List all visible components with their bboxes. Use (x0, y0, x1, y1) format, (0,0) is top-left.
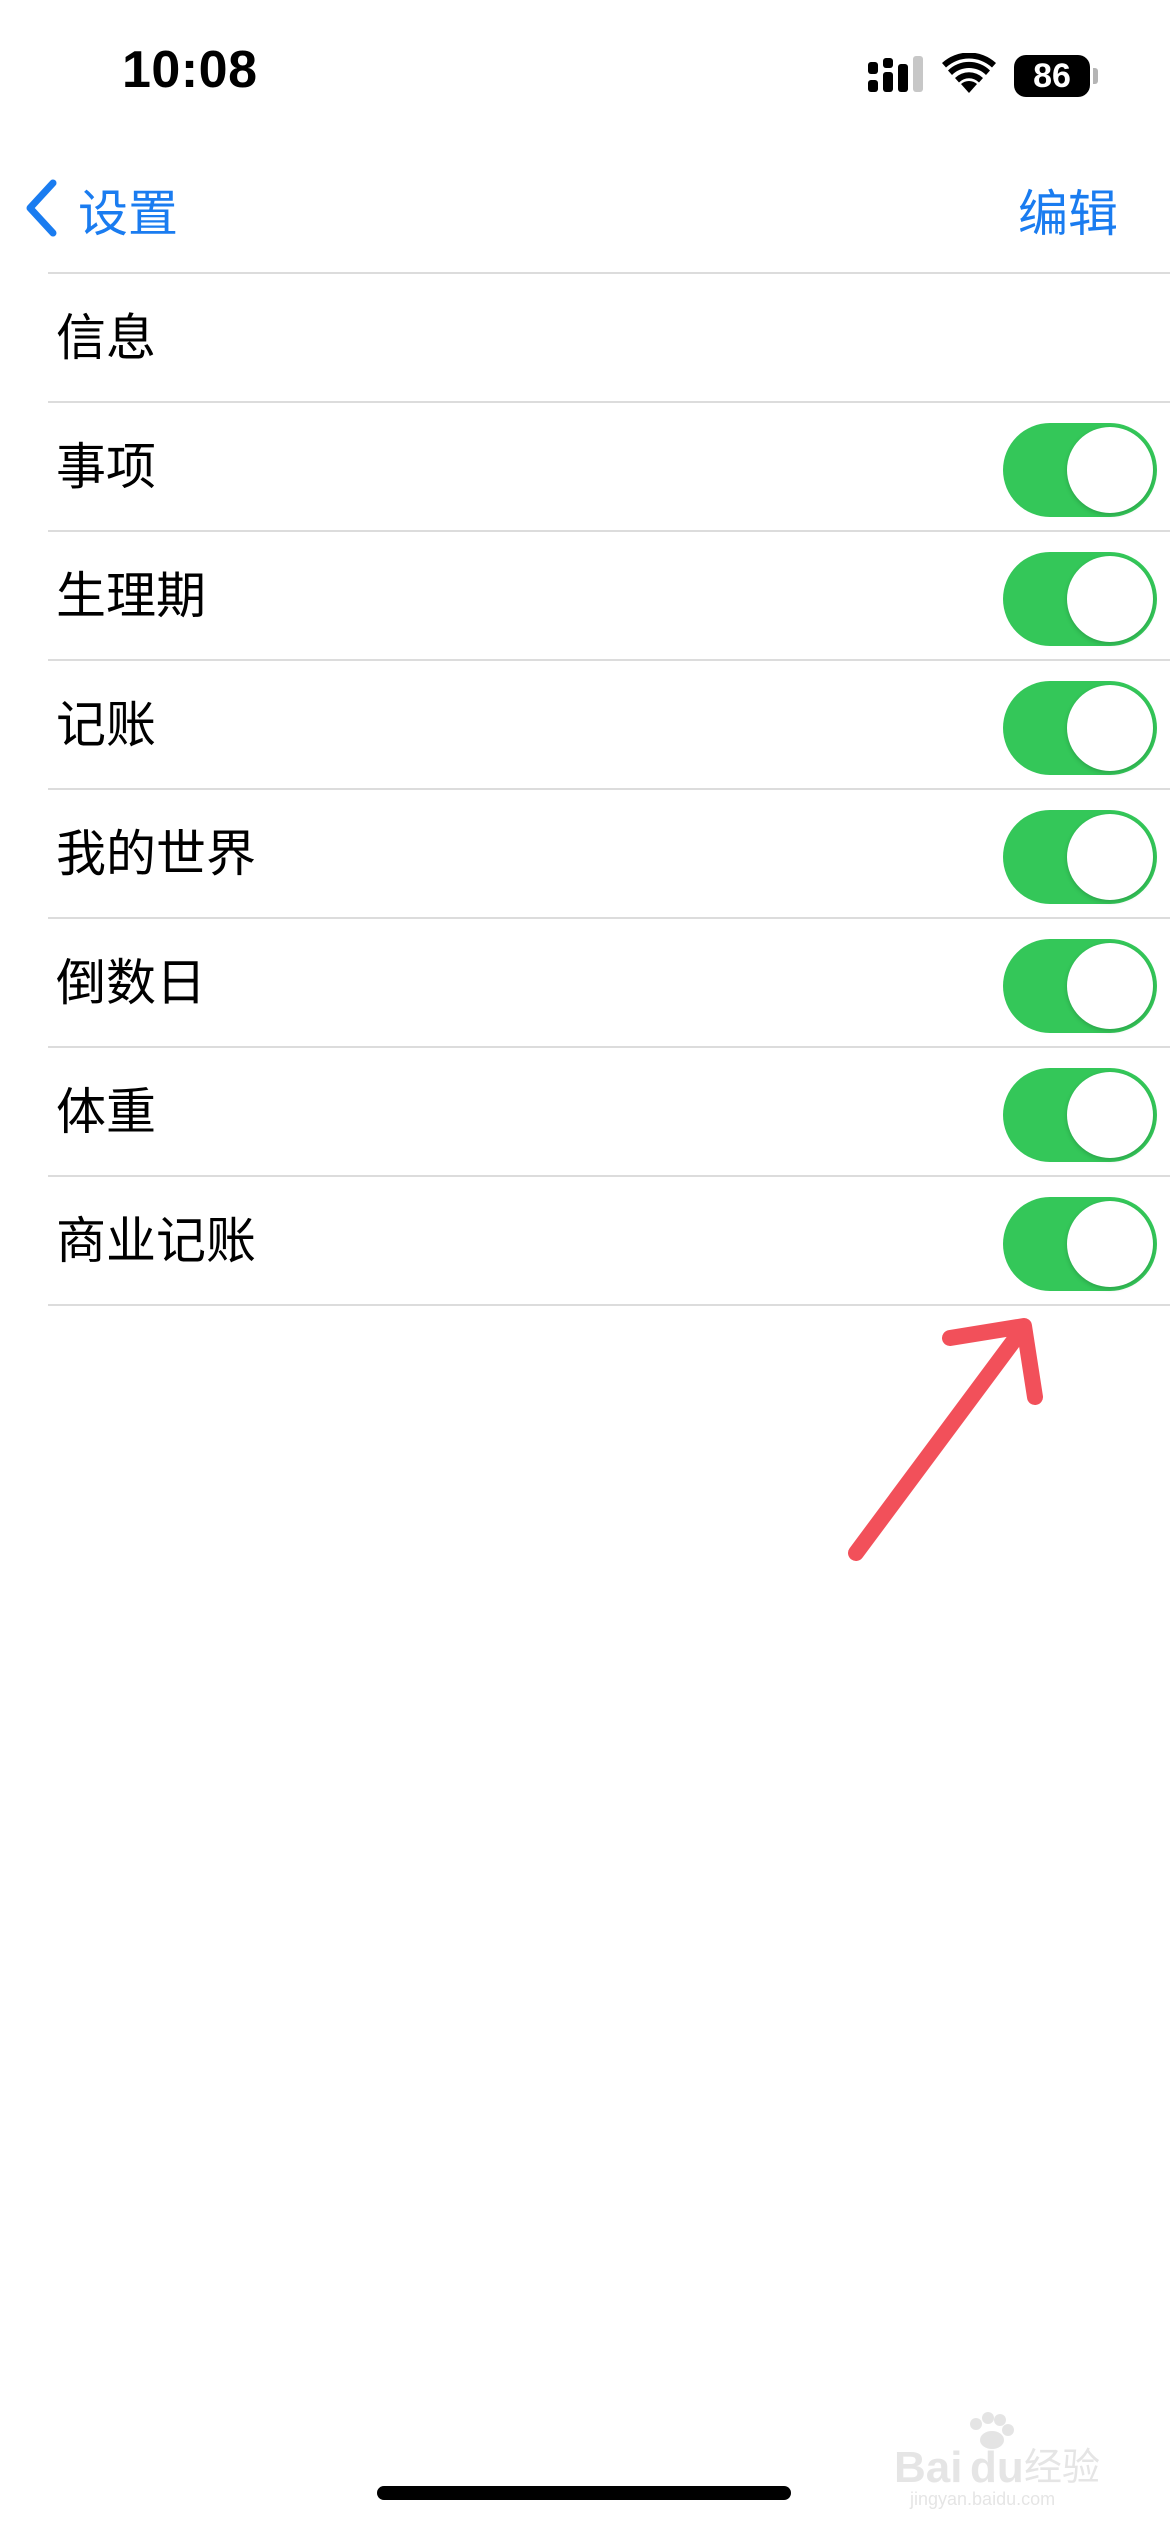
toggle-knob (1067, 427, 1153, 513)
svg-text:Bai: Bai (894, 2443, 962, 2492)
status-bar: 10:08 86 (0, 0, 1170, 150)
battery-level: 86 (1033, 56, 1071, 95)
list-item: 倒数日 (48, 919, 1170, 1048)
list-item-label: 体重 (56, 1083, 156, 1141)
baidu-jingyan-watermark-icon: Bai du 经验 jingyan.baidu.com (894, 2412, 1100, 2509)
settings-list: 信息 事项 生理期 记账 我的世界 倒数日 体重 商业记账 (48, 272, 1170, 1306)
toggle-knob (1067, 814, 1153, 900)
toggle-switch[interactable] (1003, 681, 1157, 775)
edit-button[interactable]: 编辑 (1018, 175, 1118, 245)
toggle-switch[interactable] (1003, 1197, 1157, 1291)
svg-text:经验: 经验 (1024, 2445, 1100, 2489)
battery-tip (1093, 68, 1098, 84)
toggle-knob (1067, 943, 1153, 1029)
back-label: 设置 (78, 185, 178, 243)
toggle-knob (1067, 685, 1153, 771)
list-item-label: 生理期 (56, 567, 206, 625)
wifi-icon (942, 52, 996, 99)
chevron-left-icon (24, 179, 58, 241)
cellular-signal-icon (868, 54, 924, 98)
navigation-bar: 设置 编辑 (0, 150, 1170, 272)
toggle-switch[interactable] (1003, 810, 1157, 904)
list-item-label: 商业记账 (56, 1212, 256, 1270)
toggle-switch[interactable] (1003, 552, 1157, 646)
list-item: 我的世界 (48, 790, 1170, 919)
home-indicator[interactable] (377, 2486, 791, 2500)
list-item-label: 信息 (56, 309, 156, 367)
toggle-switch[interactable] (1003, 1068, 1157, 1162)
list-item: 事项 (48, 403, 1170, 532)
toggle-knob (1067, 556, 1153, 642)
status-time: 10:08 (122, 41, 258, 99)
list-item[interactable]: 信息 (48, 274, 1170, 403)
toggle-switch[interactable] (1003, 423, 1157, 517)
list-item: 记账 (48, 661, 1170, 790)
list-item-label: 记账 (56, 696, 156, 754)
list-item-label: 倒数日 (56, 954, 206, 1012)
battery-icon: 86 (1014, 55, 1098, 97)
toggle-knob (1067, 1072, 1153, 1158)
toggle-switch[interactable] (1003, 939, 1157, 1033)
list-item: 生理期 (48, 532, 1170, 661)
svg-text:du: du (970, 2443, 1024, 2492)
list-item-label: 事项 (56, 438, 156, 496)
list-item: 体重 (48, 1048, 1170, 1177)
toggle-knob (1067, 1201, 1153, 1287)
status-icons: 86 (868, 52, 1098, 100)
list-item: 商业记账 (48, 1177, 1170, 1306)
list-item-label: 我的世界 (56, 825, 256, 883)
back-button[interactable]: 设置 (24, 175, 178, 245)
svg-text:jingyan.baidu.com: jingyan.baidu.com (909, 2489, 1055, 2509)
